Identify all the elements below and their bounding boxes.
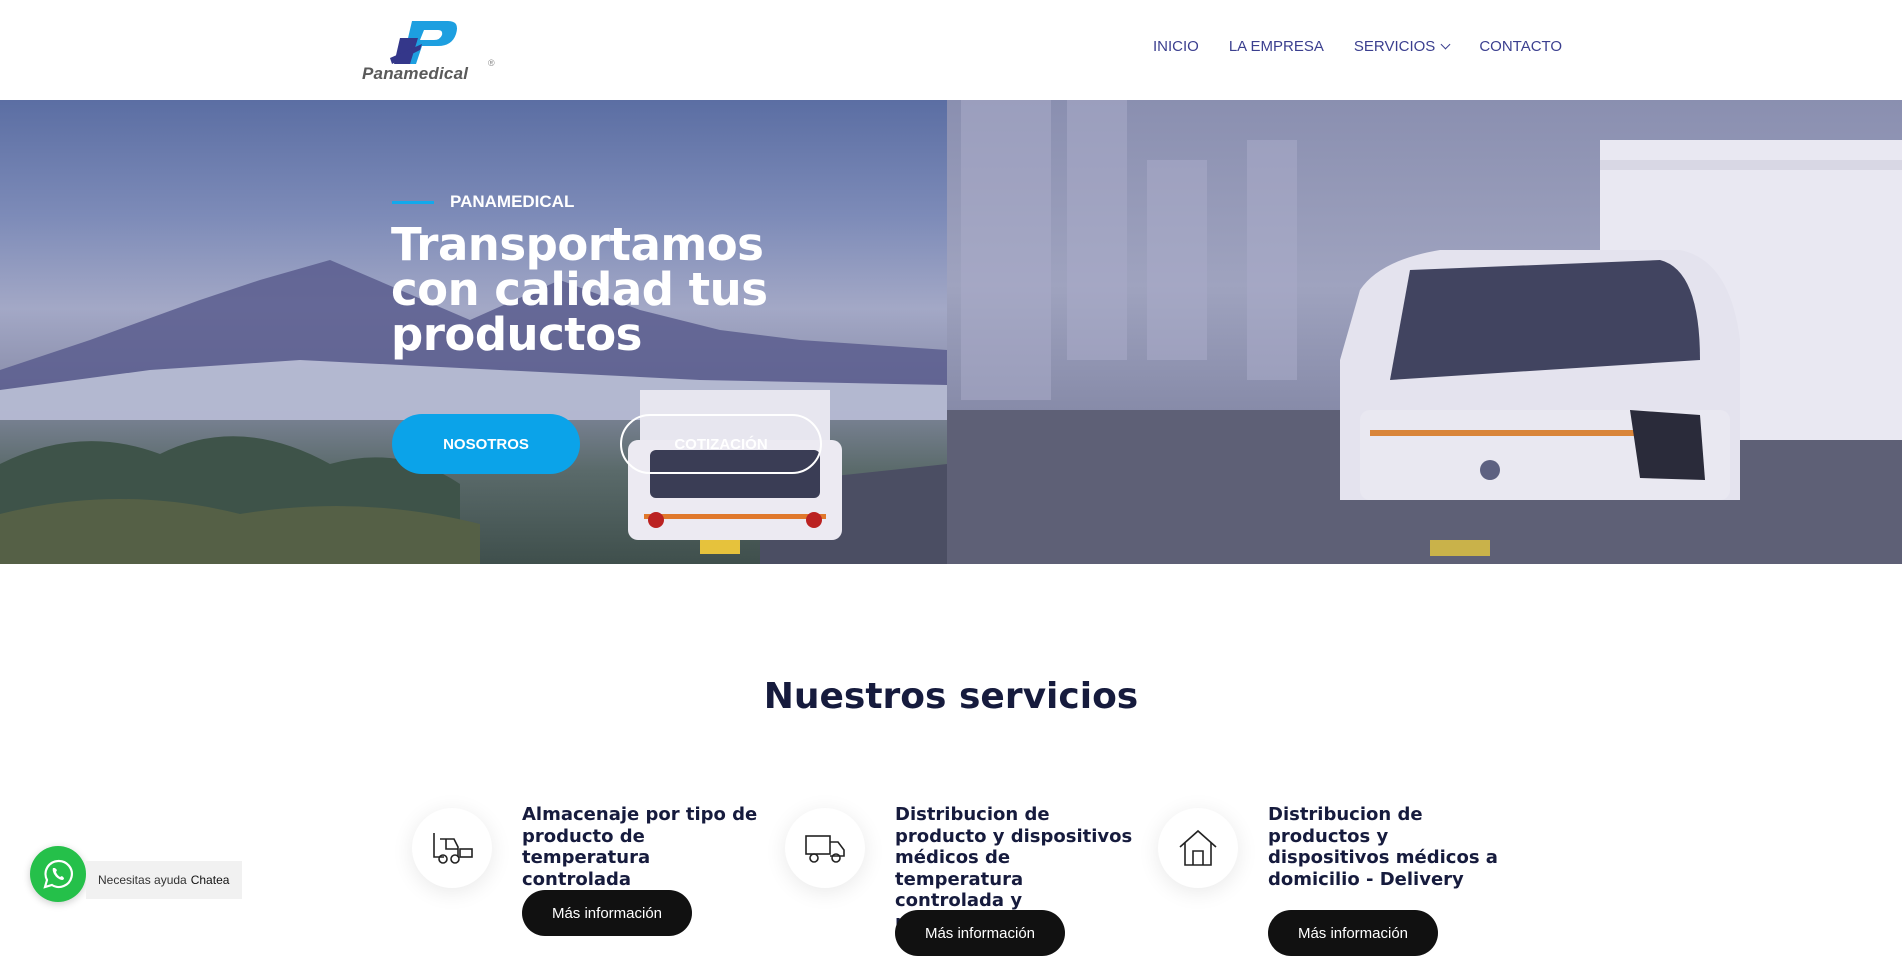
building-graphic xyxy=(1067,100,1127,360)
nav-label: INICIO xyxy=(1153,38,1199,55)
building-graphic xyxy=(1147,160,1207,360)
service-title: Distribucion de productos y dispositivos… xyxy=(1268,804,1498,890)
whatsapp-tooltip[interactable]: Necesitas ayuda Chatea xyxy=(86,861,242,899)
truck-icon xyxy=(785,808,865,888)
site-header: Panamedical ® INICIO LA EMPRESA SERVICIO… xyxy=(0,0,1902,100)
mas-informacion-button[interactable]: Más información xyxy=(895,910,1065,956)
building-graphic xyxy=(961,100,1051,400)
nav-item-contacto[interactable]: CONTACTO xyxy=(1479,38,1562,55)
building-graphic xyxy=(1247,140,1297,380)
services-heading: Nuestros servicios xyxy=(763,676,1139,717)
nav-item-servicios[interactable]: SERVICIOS xyxy=(1353,38,1451,55)
main-nav: INICIO LA EMPRESA SERVICIOS CONTACTO xyxy=(1153,38,1562,55)
nav-item-inicio[interactable]: INICIO xyxy=(1153,38,1199,55)
nav-item-la-empresa[interactable]: LA EMPRESA xyxy=(1229,38,1324,55)
whatsapp-tooltip-action: Chatea xyxy=(190,873,230,887)
logo-text: Panamedical xyxy=(362,64,469,83)
chevron-down-icon xyxy=(1440,39,1451,50)
forklift-icon xyxy=(412,808,492,888)
mas-informacion-button[interactable]: Más información xyxy=(522,890,692,936)
panamedical-logo[interactable]: Panamedical ® xyxy=(360,18,500,84)
nav-label: SERVICIOS xyxy=(1353,38,1436,55)
logo-mark-icon xyxy=(390,21,457,64)
hero-eyebrow-text: PANAMEDICAL xyxy=(450,192,575,211)
truck-image-right xyxy=(1340,140,1902,556)
hero-eyebrow: PANAMEDICAL xyxy=(392,192,574,212)
eyebrow-line xyxy=(392,200,434,204)
house-icon xyxy=(1158,808,1238,888)
cotizacion-button[interactable]: COTIZACIÓN xyxy=(620,414,822,474)
service-title: Almacenaje por tipo de producto de tempe… xyxy=(522,804,758,890)
whatsapp-tooltip-text: Necesitas ayuda xyxy=(98,873,187,887)
whatsapp-icon xyxy=(43,859,73,889)
mas-informacion-button[interactable]: Más información xyxy=(1268,910,1438,956)
hero-title: Transportamos con calidad tus productos xyxy=(391,218,768,361)
whatsapp-button[interactable] xyxy=(30,846,86,902)
nav-label: CONTACTO xyxy=(1479,38,1563,55)
nosotros-button[interactable]: NOSOTROS xyxy=(392,414,580,474)
registered-mark: ® xyxy=(488,58,495,68)
nav-label: LA EMPRESA xyxy=(1228,38,1324,55)
hero-section: PANAMEDICAL Transportamos con calidad tu… xyxy=(0,100,1902,564)
